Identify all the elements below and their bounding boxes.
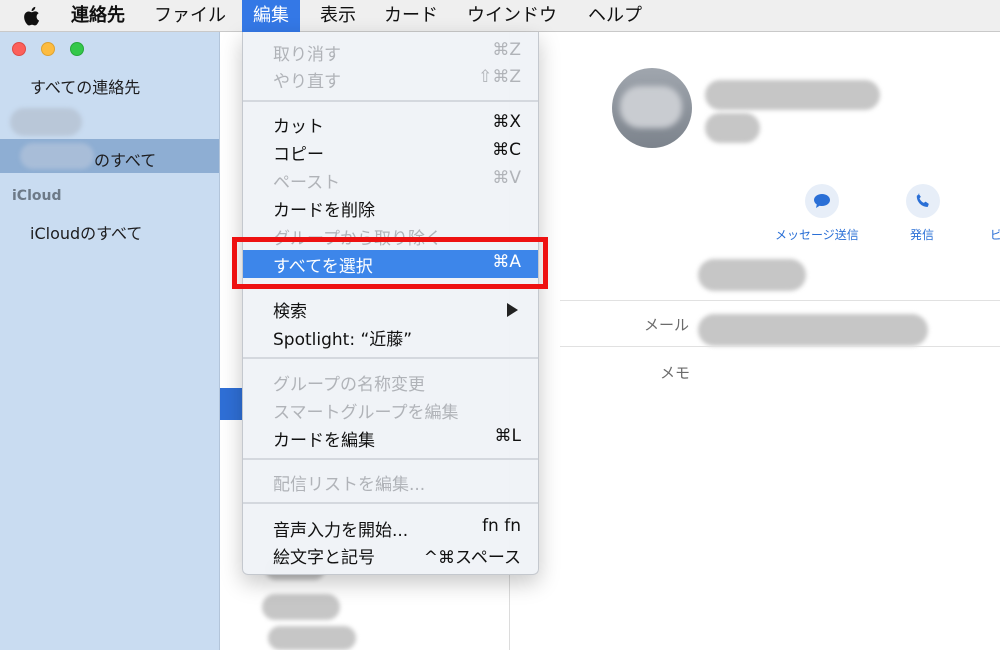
- menu-item-shortcut: ⌘L: [494, 426, 521, 446]
- menu-item-find[interactable]: 検索: [243, 295, 538, 323]
- menu-item-label: やり直す: [273, 72, 341, 92]
- menu-item-shortcut: ^⌘スペース: [423, 548, 521, 568]
- menu-item-label: ペースト: [273, 173, 341, 193]
- menu-item-shortcut: ⌘V: [492, 168, 521, 188]
- blurred-contact-name: [705, 80, 880, 110]
- menu-view[interactable]: 表示: [309, 0, 367, 32]
- blurred-contact-row[interactable]: [262, 594, 340, 620]
- blurred-contact-row[interactable]: [268, 626, 356, 650]
- video-action-label[interactable]: ビ: [990, 226, 1000, 243]
- menu-item-spotlight[interactable]: Spotlight: “近藤”: [243, 323, 538, 351]
- menu-item-label: 音声入力を開始...: [273, 521, 409, 541]
- menu-item-paste[interactable]: ペースト ⌘V: [243, 166, 538, 194]
- apple-icon[interactable]: [22, 5, 42, 27]
- menu-item-copy[interactable]: コピー ⌘C: [243, 138, 538, 166]
- menu-item-shortcut: ⌘C: [492, 140, 521, 160]
- menu-item-label: 絵文字と記号: [273, 548, 375, 568]
- menu-item-shortcut: ⇧⌘Z: [478, 67, 521, 87]
- menu-help[interactable]: ヘルプ: [577, 0, 653, 32]
- menu-item-label: 配信リストを編集...: [273, 475, 426, 495]
- menu-card[interactable]: カード: [373, 0, 449, 32]
- menu-separator: [243, 458, 538, 460]
- message-action-label[interactable]: メッセージ送信: [775, 226, 859, 243]
- menu-item-label: コピー: [273, 145, 324, 165]
- minimize-window-button[interactable]: [41, 42, 55, 56]
- menu-item-shortcut: fn fn: [482, 516, 521, 536]
- menu-item-rename-group[interactable]: グループの名称変更: [243, 368, 538, 396]
- sidebar-header-icloud: iCloud: [12, 188, 62, 204]
- menu-item-label: 検索: [273, 302, 307, 322]
- sidebar-item-all-contacts[interactable]: すべての連絡先: [30, 74, 140, 98]
- menu-app-name[interactable]: 連絡先: [60, 0, 136, 32]
- note-field-label: メモ: [660, 364, 691, 382]
- email-field-label: メール: [644, 316, 690, 334]
- blurred-email-value[interactable]: [698, 314, 928, 346]
- menu-separator: [243, 100, 538, 102]
- zoom-window-button[interactable]: [70, 42, 84, 56]
- menu-item-label: Spotlight: “近藤”: [273, 330, 413, 350]
- avatar-blur: [620, 86, 682, 128]
- blurred-contact-subtitle: [705, 113, 760, 143]
- menu-item-label: スマートグループを編集: [273, 403, 459, 423]
- menu-item-label: カードを削除: [273, 201, 375, 221]
- detail-divider: [560, 346, 1000, 347]
- sidebar-item-icloud-all[interactable]: iCloudのすべて: [30, 220, 142, 244]
- menu-item-start-dictation[interactable]: 音声入力を開始... fn fn: [243, 514, 538, 542]
- phone-icon: [916, 193, 929, 207]
- annotation-highlight-box: [232, 237, 548, 289]
- menu-separator: [243, 502, 538, 504]
- menu-bar: 連絡先 ファイル 編集 表示 カード ウインドウ ヘルプ: [0, 0, 1000, 32]
- menu-item-redo[interactable]: やり直す ⇧⌘Z: [243, 65, 538, 93]
- sidebar-item-selected-label: のすべて: [94, 151, 157, 170]
- blurred-group-name[interactable]: [10, 108, 82, 136]
- menu-item-emoji-symbols[interactable]: 絵文字と記号 ^⌘スペース: [243, 541, 538, 569]
- message-action-button[interactable]: [805, 184, 839, 218]
- menu-item-label: カードを編集: [273, 431, 375, 451]
- menu-item-undo[interactable]: 取り消す ⌘Z: [243, 38, 538, 66]
- menu-item-shortcut: ⌘X: [492, 112, 521, 132]
- call-action-button[interactable]: [906, 184, 940, 218]
- menu-item-label: カット: [273, 117, 324, 137]
- menu-item-label: 取り消す: [273, 45, 341, 65]
- detail-divider: [560, 300, 1000, 301]
- menu-item-label: グループの名称変更: [273, 375, 425, 395]
- menu-item-cut[interactable]: カット ⌘X: [243, 110, 538, 138]
- edit-menu-dropdown: 取り消す ⌘Z やり直す ⇧⌘Z カット ⌘X コピー ⌘C ペースト ⌘V カ…: [242, 32, 539, 575]
- menu-edit[interactable]: 編集: [242, 0, 300, 32]
- blurred-contact-info: [698, 259, 806, 291]
- menu-item-edit-card[interactable]: カードを編集 ⌘L: [243, 424, 538, 452]
- call-action-label[interactable]: 発信: [910, 226, 934, 243]
- menu-item-edit-smart-group[interactable]: スマートグループを編集: [243, 396, 538, 424]
- close-window-button[interactable]: [12, 42, 26, 56]
- blurred-account-name: [20, 143, 94, 169]
- menu-item-edit-distribution-list[interactable]: 配信リストを編集...: [243, 468, 538, 496]
- menu-item-delete-card[interactable]: カードを削除: [243, 194, 538, 222]
- list-selection-marker: [220, 388, 242, 420]
- menu-separator: [243, 357, 538, 359]
- message-bubble-icon: [814, 194, 830, 208]
- submenu-arrow-icon: [507, 303, 518, 317]
- menu-item-shortcut: ⌘Z: [492, 40, 521, 60]
- menu-file[interactable]: ファイル: [143, 0, 237, 32]
- menu-window[interactable]: ウインドウ: [456, 0, 568, 32]
